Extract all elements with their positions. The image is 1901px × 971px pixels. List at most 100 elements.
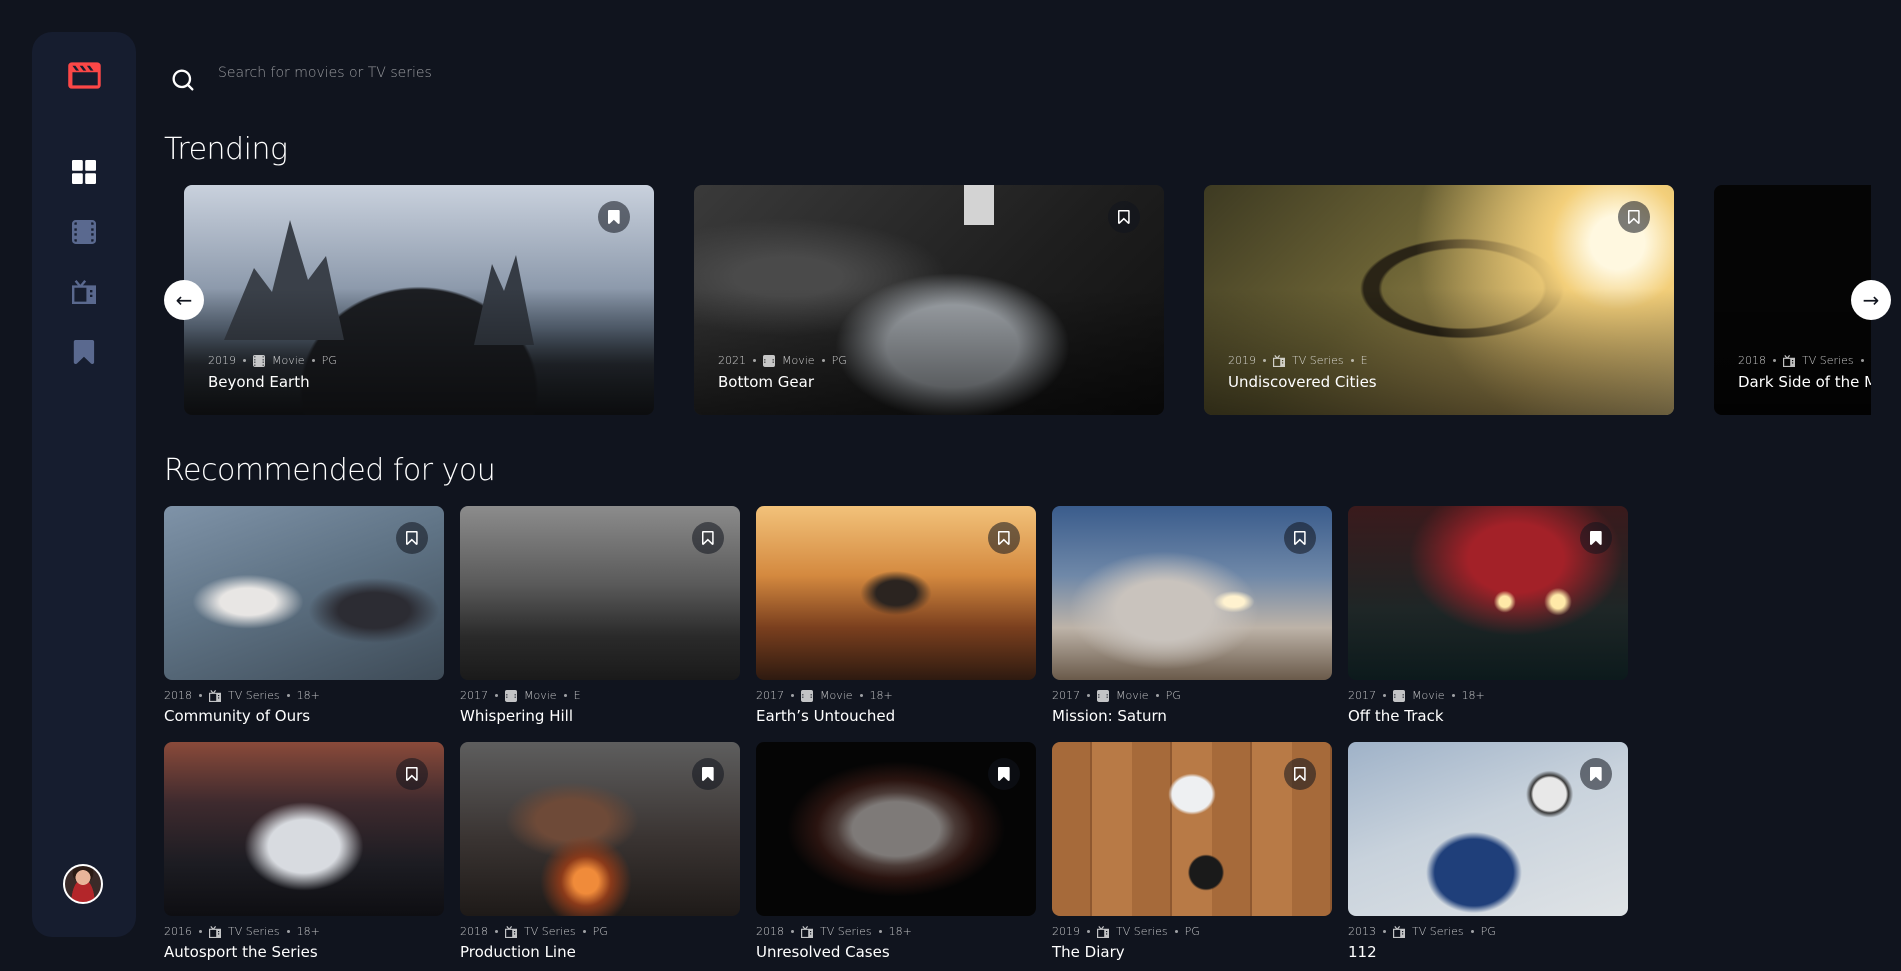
- user-avatar[interactable]: [63, 864, 103, 904]
- tv-series-icon: [209, 925, 221, 938]
- bookmark-button[interactable]: [396, 758, 428, 790]
- bookmark-button[interactable]: [1580, 758, 1612, 790]
- carousel-prev-button[interactable]: ←: [164, 280, 204, 320]
- bookmark-button[interactable]: [692, 758, 724, 790]
- recommended-title: Off the Track: [1348, 707, 1444, 725]
- recommended-title: Earth’s Untouched: [756, 707, 896, 725]
- logo-icon[interactable]: [68, 62, 101, 89]
- bookmark-button[interactable]: [988, 758, 1020, 790]
- bookmark-empty-icon: [406, 767, 418, 781]
- trending-meta: 2019 Movie PG: [208, 354, 337, 367]
- recommended-title: Unresolved Cases: [756, 943, 890, 961]
- trending-carousel[interactable]: 2019 Movie PG Beyond Earth 2021 Movie PG…: [184, 185, 1871, 415]
- trending-card[interactable]: 2019 Movie PG Beyond Earth: [184, 185, 654, 415]
- tv-series-icon: [505, 925, 517, 938]
- nav-movies[interactable]: [72, 220, 96, 244]
- bookmark-button[interactable]: [988, 522, 1020, 554]
- recommended-card[interactable]: 2017 Movie PG Mission: Saturn: [1052, 506, 1332, 732]
- recommended-meta: 2018 TV Series 18+: [756, 925, 912, 938]
- movies-icon: [1097, 689, 1109, 702]
- recommended-title: Production Line: [460, 943, 576, 961]
- movies-icon: [505, 689, 517, 702]
- recommended-meta: 2017 Movie E: [460, 689, 581, 702]
- recommended-meta: 2016 TV Series 18+: [164, 925, 320, 938]
- recommended-card[interactable]: 2018 TV Series PG Production Line: [460, 742, 740, 968]
- tv-series-icon: [801, 925, 813, 938]
- movies-icon: [1393, 689, 1405, 702]
- recommended-card[interactable]: 2017 Movie E Whispering Hill: [460, 506, 740, 732]
- recommended-card[interactable]: 2018 TV Series 18+ Unresolved Cases: [756, 742, 1036, 968]
- recommended-meta: 2013 TV Series PG: [1348, 925, 1496, 938]
- trending-title: Undiscovered Cities: [1228, 373, 1377, 391]
- bookmark-icon: [73, 340, 95, 364]
- recommended-title: 112: [1348, 943, 1377, 961]
- tv-series-icon: [72, 280, 96, 304]
- sidebar: [32, 32, 136, 937]
- bookmark-empty-icon: [1628, 210, 1640, 224]
- bookmark-button[interactable]: [1108, 201, 1140, 233]
- recommended-card[interactable]: 2018 TV Series 18+ Community of Ours: [164, 506, 444, 732]
- bookmark-button[interactable]: [1284, 522, 1316, 554]
- bookmark-empty-icon: [1294, 767, 1306, 781]
- bookmark-filled-icon: [998, 767, 1010, 781]
- bookmark-empty-icon: [702, 531, 714, 545]
- bookmark-filled-icon: [1590, 767, 1602, 781]
- carousel-next-button[interactable]: →: [1851, 280, 1891, 320]
- trending-meta: 2018 TV Series PG: [1738, 354, 1871, 367]
- tv-series-icon: [209, 689, 221, 702]
- recommended-meta: 2018 TV Series 18+: [164, 689, 320, 702]
- bookmark-empty-icon: [1294, 531, 1306, 545]
- recommended-meta: 2018 TV Series PG: [460, 925, 608, 938]
- trending-card[interactable]: 2021 Movie PG Bottom Gear: [694, 185, 1164, 415]
- tv-series-icon: [1783, 354, 1795, 367]
- trending-card[interactable]: 2018 TV Series PG Dark Side of the Moon: [1714, 185, 1871, 415]
- recommended-meta: 2017 Movie 18+: [1348, 689, 1485, 702]
- bookmark-button[interactable]: [1618, 201, 1650, 233]
- nav-home[interactable]: [72, 160, 96, 184]
- movies-icon: [763, 354, 775, 367]
- trending-card[interactable]: 2019 TV Series E Undiscovered Cities: [1204, 185, 1674, 415]
- nav-bookmarks[interactable]: [72, 340, 96, 364]
- trending-title: Dark Side of the Moon: [1738, 373, 1871, 391]
- bookmark-button[interactable]: [1284, 758, 1316, 790]
- recommended-card[interactable]: 2013 TV Series PG 112: [1348, 742, 1628, 968]
- tv-series-icon: [1273, 354, 1285, 367]
- recommended-title: Autosport the Series: [164, 943, 318, 961]
- movies-icon: [72, 220, 96, 244]
- search-icon: [172, 69, 194, 91]
- recommended-meta: 2019 TV Series PG: [1052, 925, 1200, 938]
- search-input[interactable]: [218, 58, 1858, 88]
- recommended-card[interactable]: 2017 Movie 18+ Off the Track: [1348, 506, 1628, 732]
- bookmark-filled-icon: [608, 210, 620, 224]
- recommended-title: Whispering Hill: [460, 707, 573, 725]
- recommended-title: Mission: Saturn: [1052, 707, 1167, 725]
- trending-title: Bottom Gear: [718, 373, 814, 391]
- bookmark-button[interactable]: [692, 522, 724, 554]
- bookmark-button[interactable]: [1580, 522, 1612, 554]
- bookmark-empty-icon: [406, 531, 418, 545]
- recommended-meta: 2017 Movie 18+: [756, 689, 893, 702]
- bookmark-empty-icon: [998, 531, 1010, 545]
- trending-meta: 2019 TV Series E: [1228, 354, 1368, 367]
- nav-tv-series[interactable]: [72, 280, 96, 304]
- bookmark-filled-icon: [702, 767, 714, 781]
- trending-title: Beyond Earth: [208, 373, 310, 391]
- trending-heading: Trending: [164, 132, 288, 167]
- tv-series-icon: [1393, 925, 1405, 938]
- recommended-heading: Recommended for you: [164, 453, 496, 488]
- recommended-card[interactable]: 2017 Movie 18+ Earth’s Untouched: [756, 506, 1036, 732]
- bookmark-filled-icon: [1590, 531, 1602, 545]
- recommended-meta: 2017 Movie PG: [1052, 689, 1181, 702]
- recommended-card[interactable]: 2019 TV Series PG The Diary: [1052, 742, 1332, 968]
- recommended-card[interactable]: 2016 TV Series 18+ Autosport the Series: [164, 742, 444, 968]
- bookmark-button[interactable]: [598, 201, 630, 233]
- tv-series-icon: [1097, 925, 1109, 938]
- home-icon: [72, 160, 96, 184]
- recommended-title: The Diary: [1052, 943, 1125, 961]
- bookmark-button[interactable]: [396, 522, 428, 554]
- bookmark-empty-icon: [1118, 210, 1130, 224]
- trending-meta: 2021 Movie PG: [718, 354, 847, 367]
- recommended-title: Community of Ours: [164, 707, 311, 725]
- movies-icon: [253, 354, 265, 367]
- movies-icon: [801, 689, 813, 702]
